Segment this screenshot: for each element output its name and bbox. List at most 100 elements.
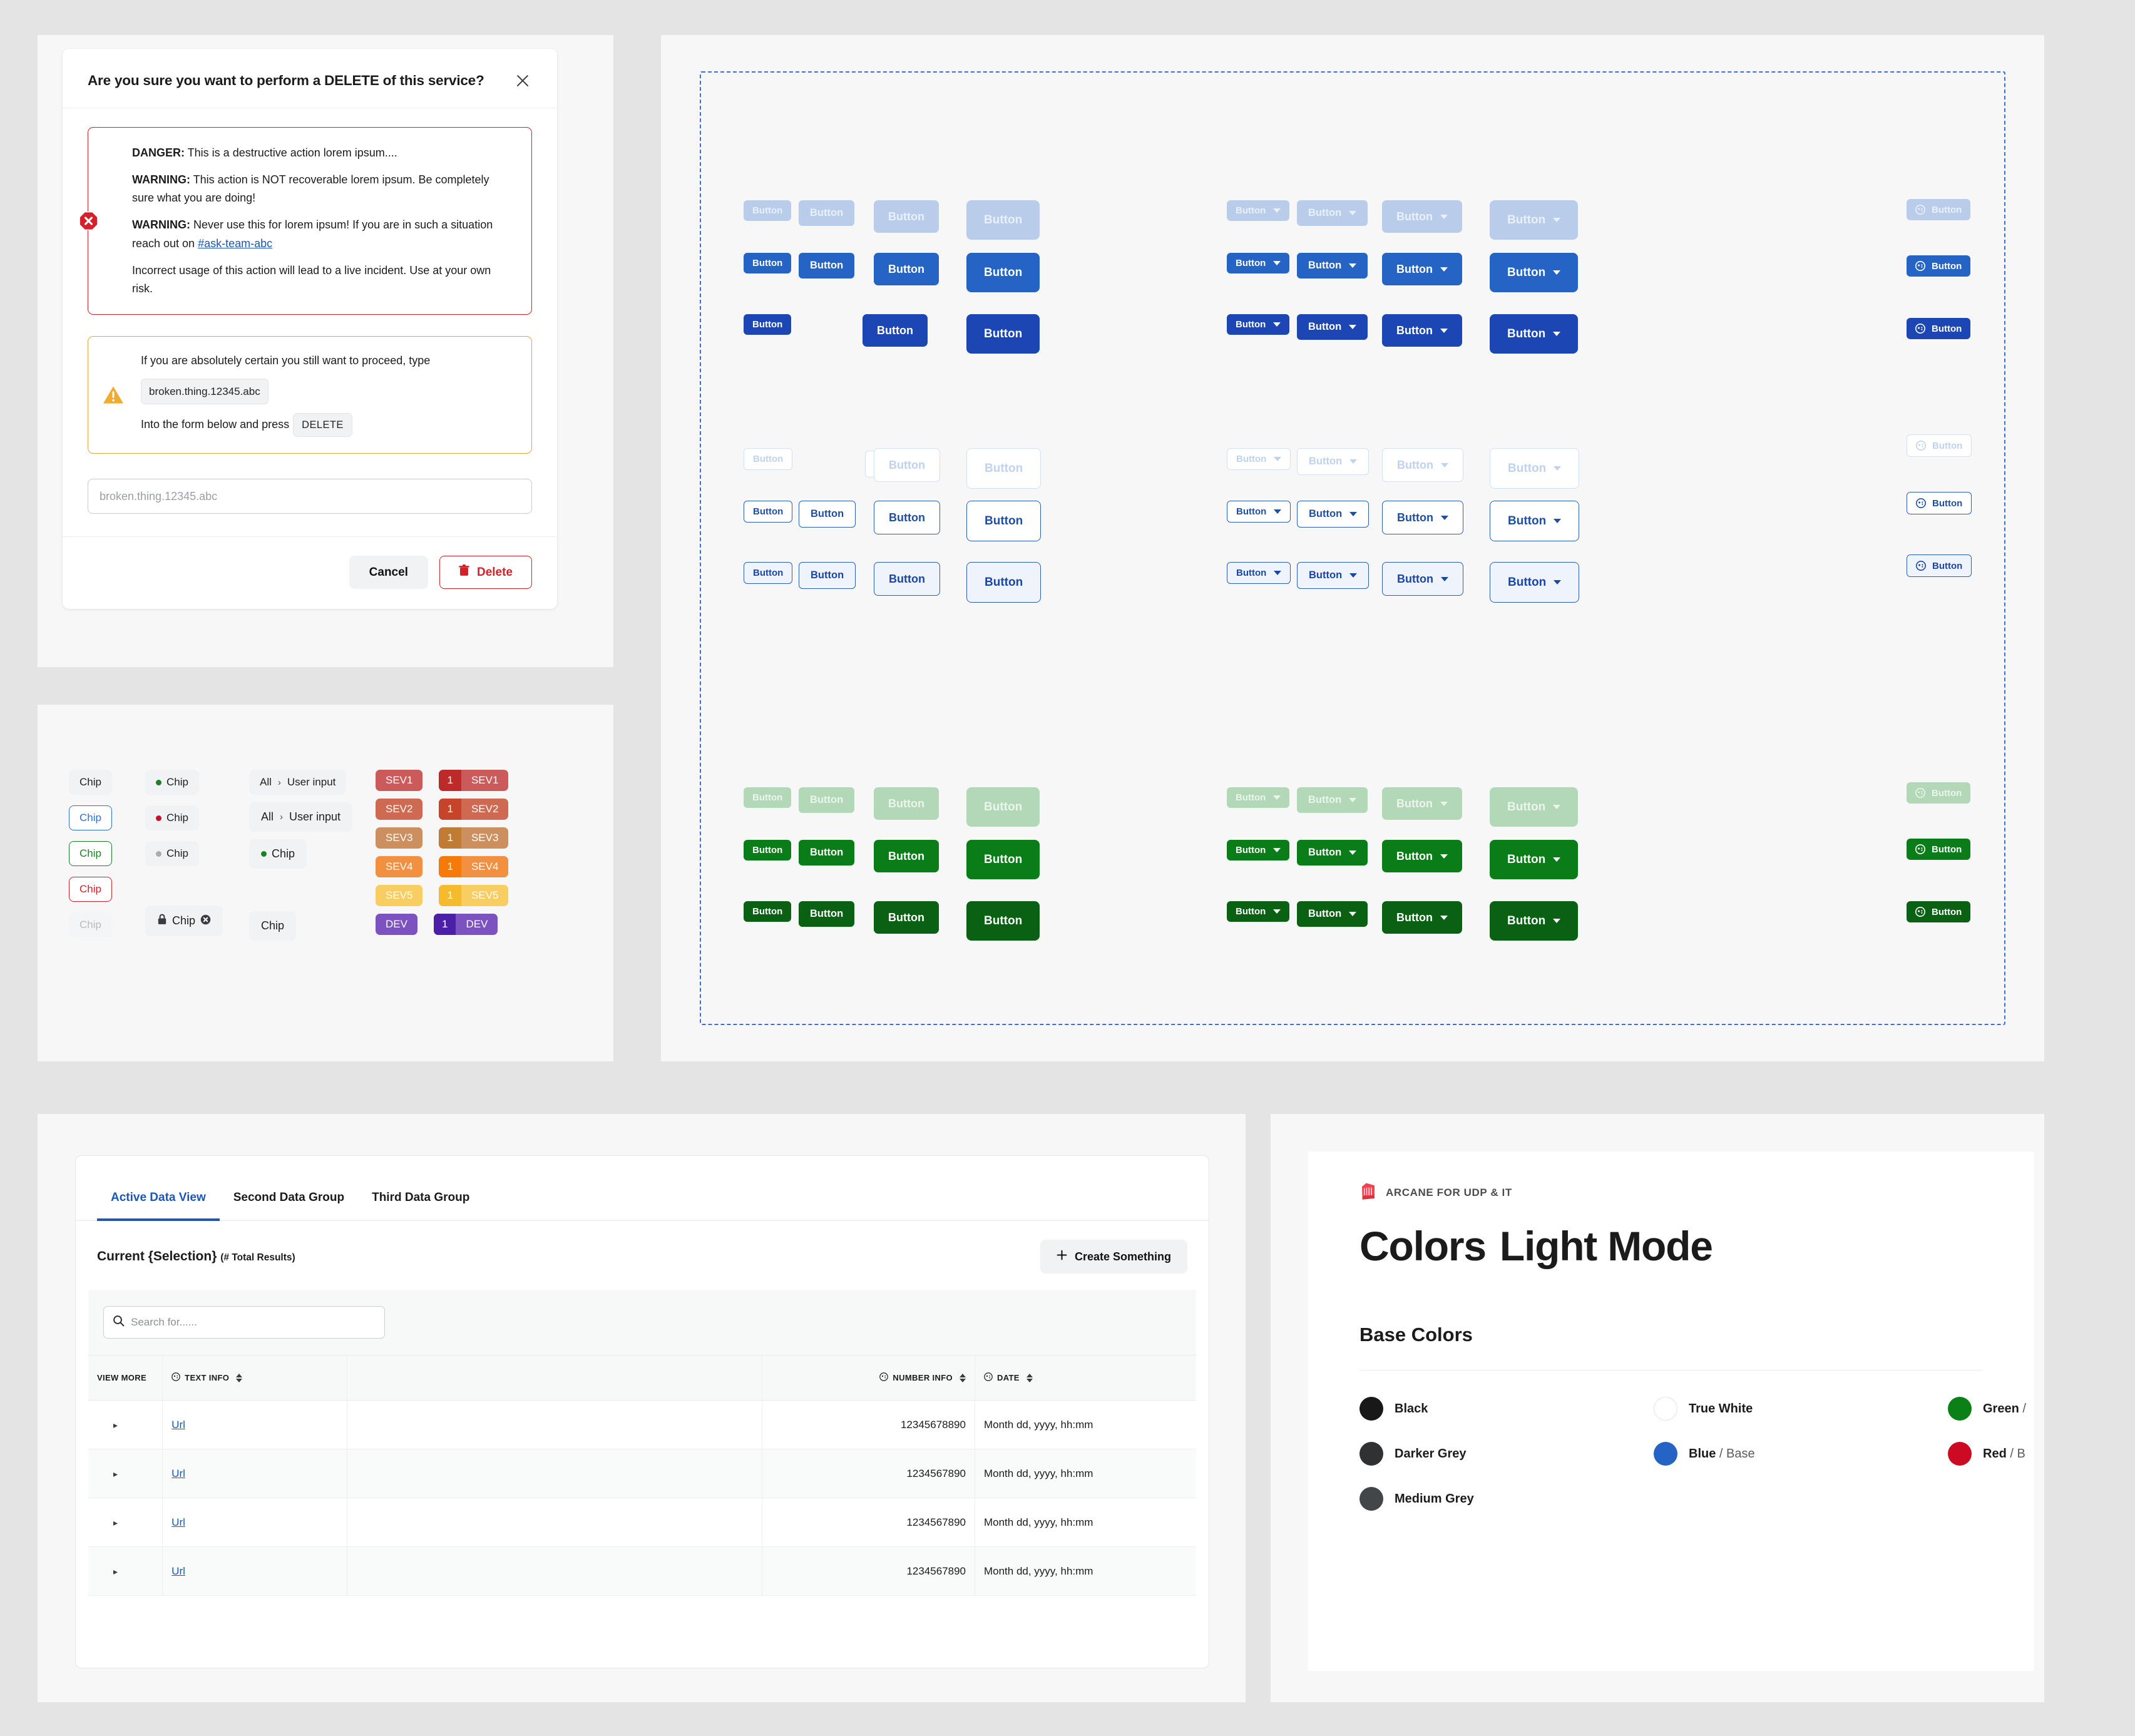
table-row[interactable]: ▸ Url 1234567890 Month dd, yyyy, hh:mm	[88, 1546, 1196, 1596]
url-link[interactable]: Url	[172, 1419, 185, 1431]
search-box[interactable]	[103, 1306, 385, 1339]
button-filled-green-default-sm[interactable]: Button	[799, 840, 855, 865]
table-row[interactable]: ▸ Url 1234567890 Month dd, yyyy, hh:mm	[88, 1449, 1196, 1498]
sort-arrows-icon[interactable]	[236, 1373, 243, 1382]
dropdown-button-outline-blue-pressed-xs[interactable]: Button	[1227, 562, 1291, 584]
button-filled-blue-pressed-xs[interactable]: Button	[744, 314, 792, 335]
dropdown-button-outline-blue-default-lg[interactable]: Button	[1490, 501, 1580, 541]
chip-breadcrumb-md[interactable]: All › User input	[249, 802, 353, 832]
sev-count-chip-sev4[interactable]: 1 SEV4	[439, 856, 509, 877]
sev-count-chip-sev1[interactable]: 1 SEV1	[439, 770, 509, 791]
dropdown-button-outline-blue-pressed-md[interactable]: Button	[1382, 562, 1463, 596]
url-link[interactable]: Url	[172, 1565, 185, 1577]
button-outline-blue-default-sm[interactable]: Button	[799, 501, 856, 528]
dropdown-button-filled-green-pressed-md[interactable]: Button	[1382, 901, 1462, 934]
chip-locked-removable[interactable]: Chip	[145, 906, 223, 936]
sev-count-chip-sev2[interactable]: 1 SEV2	[439, 799, 509, 820]
button-filled-green-pressed-md[interactable]: Button	[874, 901, 939, 934]
tab-third-data-group[interactable]: Third Data Group	[358, 1156, 483, 1220]
button-filled-blue-pressed-lg[interactable]: Button	[966, 314, 1040, 354]
dropdown-button-filled-green-default-md[interactable]: Button	[1382, 840, 1462, 872]
chip-remove-icon[interactable]	[200, 914, 211, 928]
chip-dot-grey[interactable]: Chip	[145, 841, 199, 866]
button-outline-blue-default-md[interactable]: Button	[874, 501, 940, 534]
icon-button-filled-blue-default[interactable]: Button	[1907, 255, 1971, 277]
button-outline-blue-default-lg[interactable]: Button	[966, 501, 1042, 541]
close-icon[interactable]	[513, 71, 532, 90]
dropdown-button-filled-blue-default-xs[interactable]: Button	[1227, 253, 1290, 273]
dropdown-button-outline-blue-default-md[interactable]: Button	[1382, 501, 1463, 534]
sev-chip-sev4[interactable]: SEV4	[376, 856, 423, 877]
chip-breadcrumb-sm[interactable]: All › User input	[249, 770, 347, 795]
sev-chip-sev2[interactable]: SEV2	[376, 799, 423, 820]
dropdown-button-filled-blue-pressed-sm[interactable]: Button	[1297, 314, 1368, 340]
column-header-date[interactable]: DATE	[975, 1355, 1196, 1401]
button-filled-blue-default-lg[interactable]: Button	[966, 253, 1040, 292]
button-filled-blue-pressed-md[interactable]: Button	[863, 314, 928, 347]
chip-outline-green[interactable]: Chip	[69, 841, 112, 866]
cell-view-more[interactable]: ▸	[88, 1449, 163, 1498]
dropdown-button-filled-blue-default-lg[interactable]: Button	[1490, 253, 1579, 292]
cell-view-more[interactable]: ▸	[88, 1498, 163, 1547]
button-filled-green-default-lg[interactable]: Button	[966, 840, 1040, 879]
button-filled-blue-default-xs[interactable]: Button	[744, 253, 792, 273]
sev-count-chip-dev[interactable]: 1 DEV	[433, 914, 498, 935]
sev-count-chip-sev3[interactable]: 1 SEV3	[439, 827, 509, 849]
chip-outline-blue[interactable]: Chip	[69, 805, 112, 830]
sev-chip-sev5[interactable]: SEV5	[376, 885, 423, 906]
chip-plain-md[interactable]: Chip	[249, 911, 297, 941]
chip-dot-green-md[interactable]: Chip	[249, 839, 307, 869]
button-filled-blue-default-md[interactable]: Button	[874, 253, 939, 285]
expand-row-icon[interactable]: ▸	[97, 1566, 118, 1576]
ask-team-link[interactable]: #ask-team-abc	[198, 237, 272, 250]
expand-row-icon[interactable]: ▸	[97, 1469, 118, 1479]
dropdown-button-filled-green-default-lg[interactable]: Button	[1490, 840, 1579, 879]
chip-dot-green[interactable]: Chip	[145, 770, 199, 795]
expand-row-icon[interactable]: ▸	[97, 1518, 118, 1528]
column-header-text[interactable]: TEXT INFO	[162, 1355, 348, 1401]
delete-button[interactable]: Delete	[439, 556, 532, 590]
url-link[interactable]: Url	[172, 1516, 185, 1528]
button-filled-green-default-md[interactable]: Button	[874, 840, 939, 872]
chip-outline-red[interactable]: Chip	[69, 877, 112, 902]
dropdown-button-filled-green-pressed-lg[interactable]: Button	[1490, 901, 1579, 941]
button-filled-green-pressed-lg[interactable]: Button	[966, 901, 1040, 941]
dropdown-button-filled-green-default-xs[interactable]: Button	[1227, 840, 1290, 860]
button-outline-blue-pressed-md[interactable]: Button	[874, 562, 940, 596]
sev-chip-dev[interactable]: DEV	[376, 914, 417, 935]
column-header-num[interactable]: NUMBER INFO	[762, 1355, 975, 1401]
icon-button-filled-green-pressed[interactable]: Button	[1907, 901, 1971, 922]
confirm-token-input[interactable]	[88, 479, 532, 514]
dropdown-button-filled-blue-pressed-xs[interactable]: Button	[1227, 314, 1290, 335]
dropdown-button-outline-blue-pressed-lg[interactable]: Button	[1490, 562, 1580, 603]
search-input[interactable]	[131, 1316, 376, 1329]
icon-button-outline-blue-default[interactable]: Button	[1907, 492, 1972, 514]
icon-button-filled-green-default[interactable]: Button	[1907, 839, 1971, 860]
dropdown-button-outline-blue-default-xs[interactable]: Button	[1227, 501, 1291, 523]
button-filled-green-pressed-xs[interactable]: Button	[744, 901, 792, 922]
cell-view-more[interactable]: ▸	[88, 1546, 163, 1596]
sort-arrows-icon[interactable]	[959, 1373, 966, 1382]
table-row[interactable]: ▸ Url 12345678890 Month dd, yyyy, hh:mm	[88, 1400, 1196, 1449]
button-outline-blue-default-xs[interactable]: Button	[744, 501, 793, 523]
dropdown-button-outline-blue-default-sm[interactable]: Button	[1297, 501, 1370, 528]
icon-button-filled-blue-pressed[interactable]: Button	[1907, 318, 1971, 339]
tab-active-data-view[interactable]: Active Data View	[97, 1156, 220, 1221]
sev-chip-sev1[interactable]: SEV1	[376, 770, 423, 791]
chip-default[interactable]: Chip	[69, 770, 112, 795]
dropdown-button-filled-green-default-sm[interactable]: Button	[1297, 840, 1368, 865]
dropdown-button-filled-green-pressed-xs[interactable]: Button	[1227, 901, 1290, 922]
url-link[interactable]: Url	[172, 1468, 185, 1479]
icon-button-outline-blue-pressed[interactable]: Button	[1907, 554, 1972, 577]
dropdown-button-filled-blue-default-md[interactable]: Button	[1382, 253, 1462, 285]
dropdown-button-filled-blue-default-sm[interactable]: Button	[1297, 253, 1368, 278]
dropdown-button-outline-blue-pressed-sm[interactable]: Button	[1297, 562, 1370, 589]
dropdown-button-filled-blue-pressed-md[interactable]: Button	[1382, 314, 1462, 347]
tab-second-data-group[interactable]: Second Data Group	[220, 1156, 358, 1220]
sev-count-chip-sev5[interactable]: 1 SEV5	[439, 885, 509, 906]
dropdown-button-filled-blue-pressed-lg[interactable]: Button	[1490, 314, 1579, 354]
table-row[interactable]: ▸ Url 1234567890 Month dd, yyyy, hh:mm	[88, 1498, 1196, 1547]
button-outline-blue-pressed-xs[interactable]: Button	[744, 562, 793, 584]
chip-dot-red[interactable]: Chip	[145, 805, 199, 830]
button-filled-blue-default-sm[interactable]: Button	[799, 253, 855, 278]
